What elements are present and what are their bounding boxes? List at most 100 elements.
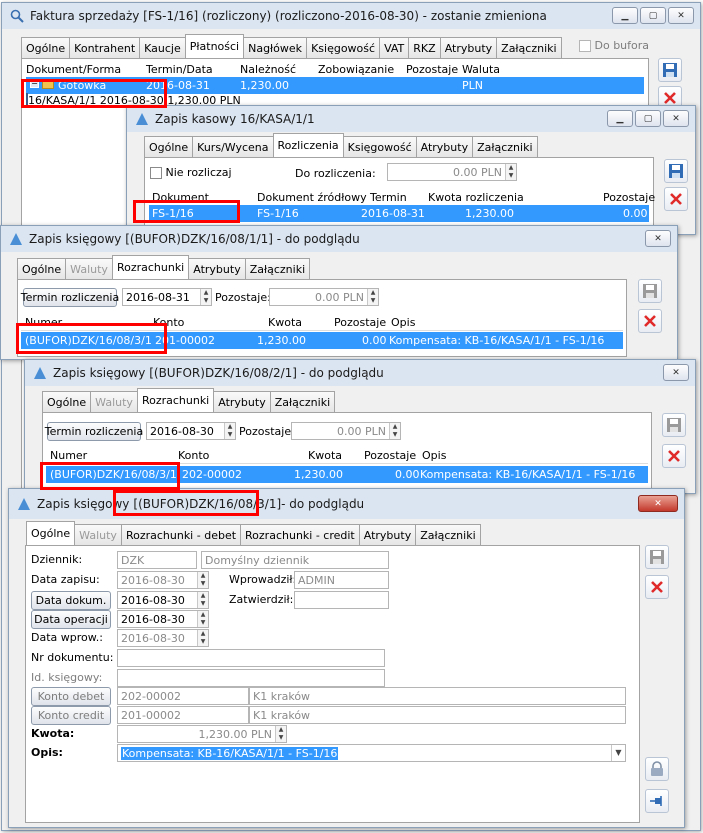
tab-kaucje[interactable]: Kaucje xyxy=(139,37,186,58)
col-pozostaje[interactable]: Pozostaje xyxy=(334,316,386,329)
tab-ogolne[interactable]: Ogólne xyxy=(144,136,194,157)
minimize-button[interactable]: ▁ xyxy=(612,7,638,24)
zatwierdzil-label: Zatwierdził: xyxy=(229,593,294,606)
tab-rozliczenia[interactable]: Rozliczenia xyxy=(272,133,344,157)
konto-debet-name-field: K1 kraków xyxy=(249,687,626,705)
cancel-button[interactable] xyxy=(662,444,686,468)
col-dokument-forma[interactable]: Dokument/Forma xyxy=(26,63,121,76)
col-dokument-zrodlowy[interactable]: Dokument źródłowy xyxy=(257,191,367,204)
wprowadzil-label: Wprowadził: xyxy=(229,573,297,586)
col-termin[interactable]: Termin xyxy=(370,191,407,204)
save-button[interactable] xyxy=(662,413,686,437)
cancel-button[interactable] xyxy=(645,575,669,599)
window-title: Faktura sprzedaży [FS-1/16] (rozliczony)… xyxy=(30,9,547,23)
window-title: Zapis księgowy [(BUFOR)DZK/16/08/2/1] - … xyxy=(53,366,384,380)
close-button[interactable]: ✕ xyxy=(638,495,678,512)
tab-ksiegowosc[interactable]: Księgowość xyxy=(306,37,381,58)
col-konto[interactable]: Konto xyxy=(178,449,209,462)
tab-zalaczniki[interactable]: Załączniki xyxy=(244,258,311,279)
tab-rozrachunki[interactable]: Rozrachunki xyxy=(136,388,215,412)
tab-atrybuty[interactable]: Atrybuty xyxy=(358,524,417,545)
tab-waluty[interactable]: Waluty xyxy=(65,258,113,279)
termin-field[interactable]: 2016-08-30 ▲ ▼ xyxy=(146,422,236,440)
zapis-ksiegowy-2-titlebar: Zapis księgowy [(BUFOR)DZK/16/08/2/1] - … xyxy=(25,360,695,386)
col-pozostaje[interactable]: Pozostaje xyxy=(603,191,655,204)
tab-zalaczniki[interactable]: Załączniki xyxy=(415,524,481,545)
tab-vat[interactable]: VAT xyxy=(379,37,410,58)
tab-ogolne[interactable]: Ogólne xyxy=(26,521,76,545)
tab-rozrachunki-credit[interactable]: Rozrachunki - credit xyxy=(240,524,360,545)
tab-kontrahent[interactable]: Kontrahent xyxy=(69,37,141,58)
tab-waluty[interactable]: Waluty xyxy=(90,391,138,412)
termin-rozliczenia-button[interactable]: Termin rozliczenia xyxy=(21,288,119,307)
tab-rkz[interactable]: RKZ xyxy=(408,37,441,58)
col-opis[interactable]: Opis xyxy=(422,449,446,462)
nr-dokumentu-label: Nr dokumentu: xyxy=(31,651,114,664)
window-title: Zapis księgowy [(BUFOR)DZK/16/08/1/1] - … xyxy=(29,232,360,246)
opis-combo[interactable]: Kompensata: KB-16/KASA/1/1 - FS-1/16 ▼ xyxy=(117,744,626,762)
chevron-down-icon[interactable]: ▼ xyxy=(611,745,625,761)
col-kwota[interactable]: Kwota xyxy=(308,449,342,462)
col-opis[interactable]: Opis xyxy=(391,316,415,329)
tab-zalaczniki[interactable]: Załączniki xyxy=(472,136,538,157)
col-pozostaje[interactable]: Pozostaje xyxy=(364,449,416,462)
nr-dokumentu-field[interactable] xyxy=(117,649,385,667)
do-bufora-checkbox[interactable]: Do bufora xyxy=(579,39,649,52)
tab-ksiegowosc[interactable]: Księgowość xyxy=(342,136,417,157)
tab-atrybuty[interactable]: Atrybuty xyxy=(213,391,271,412)
termin-rozliczenia-button[interactable]: Termin rozliczenia xyxy=(45,422,143,441)
nie-rozliczaj-checkbox[interactable]: Nie rozliczaj xyxy=(150,166,232,179)
save-button[interactable] xyxy=(638,279,662,303)
konto-credit-button[interactable]: Konto credit xyxy=(31,706,111,725)
lock-button[interactable] xyxy=(645,757,669,781)
cancel-button[interactable] xyxy=(664,187,688,211)
close-button[interactable]: ✕ xyxy=(663,110,689,127)
maximize-button[interactable]: ▢ xyxy=(635,110,661,127)
tab-atrybuty[interactable]: Atrybuty xyxy=(415,136,474,157)
pozostaje-label: Pozostaje: xyxy=(239,425,295,438)
col-pozostaje[interactable]: Pozostaje xyxy=(406,63,458,76)
col-kwota-rozliczenia[interactable]: Kwota rozliczenia xyxy=(428,191,524,204)
close-button[interactable]: ✕ xyxy=(663,364,689,381)
termin-field[interactable]: 2016-08-31 ▲ ▼ xyxy=(122,288,212,306)
close-x-icon xyxy=(651,581,663,593)
minimize-button[interactable]: ▁ xyxy=(607,110,633,127)
col-waluta[interactable]: Waluta xyxy=(462,63,500,76)
data-operacji-button[interactable]: Data operacji xyxy=(31,610,111,629)
tab-zalaczniki[interactable]: Załączniki xyxy=(269,391,336,412)
data-dokum-button[interactable]: Data dokum. xyxy=(31,591,111,610)
tab-zalaczniki[interactable]: Załączniki xyxy=(496,37,562,58)
cancel-button[interactable] xyxy=(638,309,662,333)
konto-credit-value: 201-00002 xyxy=(121,708,181,722)
tab-ogolne[interactable]: Ogólne xyxy=(42,391,92,412)
tab-rozrachunki-debet[interactable]: Rozrachunki - debet xyxy=(120,524,242,545)
close-button[interactable]: ✕ xyxy=(645,230,671,247)
tab-atrybuty[interactable]: Atrybuty xyxy=(188,258,246,279)
save-button[interactable] xyxy=(664,159,688,183)
save-button[interactable] xyxy=(645,545,669,569)
data-operacji-field[interactable]: 2016-08-30 ▲ ▼ xyxy=(117,610,209,628)
tab-atrybuty[interactable]: Atrybuty xyxy=(439,37,498,58)
konto-debet-button[interactable]: Konto debet xyxy=(31,687,111,706)
tab-kurs-wycena[interactable]: Kurs/Wycena xyxy=(192,136,274,157)
save-button[interactable] xyxy=(658,58,682,82)
row-opis: Kompensata: KB-16/KASA/1/1 - FS-1/16 xyxy=(389,334,605,347)
pin-button[interactable] xyxy=(645,789,669,813)
tab-rozrachunki[interactable]: Rozrachunki xyxy=(111,255,190,279)
close-button[interactable]: ✕ xyxy=(668,7,694,24)
row-pozostaje: 0.00 xyxy=(395,468,420,481)
col-termin-data[interactable]: Termin/Data xyxy=(146,63,213,76)
tab-ogolne[interactable]: Ogólne xyxy=(17,258,67,279)
id-ksiegowy-field[interactable] xyxy=(117,669,385,687)
maximize-button[interactable]: ▢ xyxy=(640,7,666,24)
close-x-icon xyxy=(644,315,656,327)
col-naleznosc[interactable]: Należność xyxy=(240,63,296,76)
col-zobowiazanie[interactable]: Zobowiązanie xyxy=(318,63,394,76)
data-dokum-field[interactable]: 2016-08-30 ▲ ▼ xyxy=(117,591,209,609)
col-numer[interactable]: Numer xyxy=(50,449,87,462)
tab-ogolne[interactable]: Ogólne xyxy=(21,37,71,58)
tab-waluty[interactable]: Waluty xyxy=(74,524,122,545)
col-kwota[interactable]: Kwota xyxy=(268,316,302,329)
tab-platnosci[interactable]: Płatności xyxy=(184,34,245,58)
tab-naglowek[interactable]: Nagłówek xyxy=(243,37,308,58)
